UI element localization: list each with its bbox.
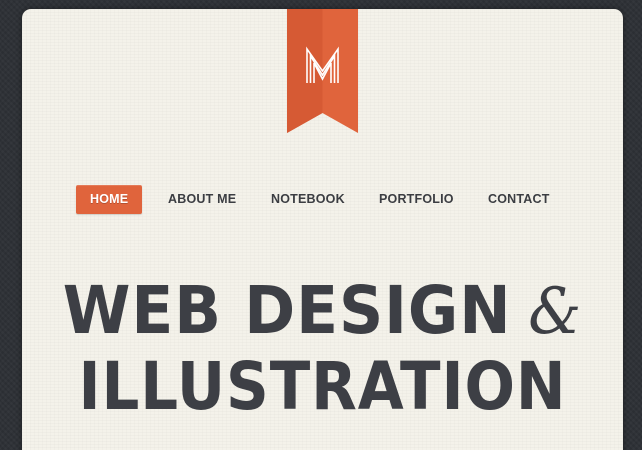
page-card: HOME ABOUT ME NOTEBOOK PORTFOLIO CONTACT… <box>22 9 623 450</box>
nav-item-about-me[interactable]: ABOUT ME <box>168 185 236 214</box>
hero-headline-line1: WEB DESIGN & <box>43 271 602 352</box>
hero-headline-line2: ILLUSTRATION <box>52 347 593 427</box>
main-nav: HOME ABOUT ME NOTEBOOK PORTFOLIO CONTACT <box>22 185 623 214</box>
m-logo-icon <box>287 9 358 133</box>
nav-item-notebook[interactable]: NOTEBOOK <box>271 185 345 214</box>
nav-item-portfolio[interactable]: PORTFOLIO <box>379 185 454 214</box>
hero-line2-text: ILLUSTRATION <box>78 348 567 425</box>
nav-item-home[interactable]: HOME <box>76 185 143 214</box>
hero-ampersand: & <box>528 275 583 349</box>
logo-ribbon[interactable] <box>287 9 358 133</box>
nav-item-contact[interactable]: CONTACT <box>488 185 550 214</box>
hero-line1-text: WEB DESIGN <box>62 272 512 349</box>
